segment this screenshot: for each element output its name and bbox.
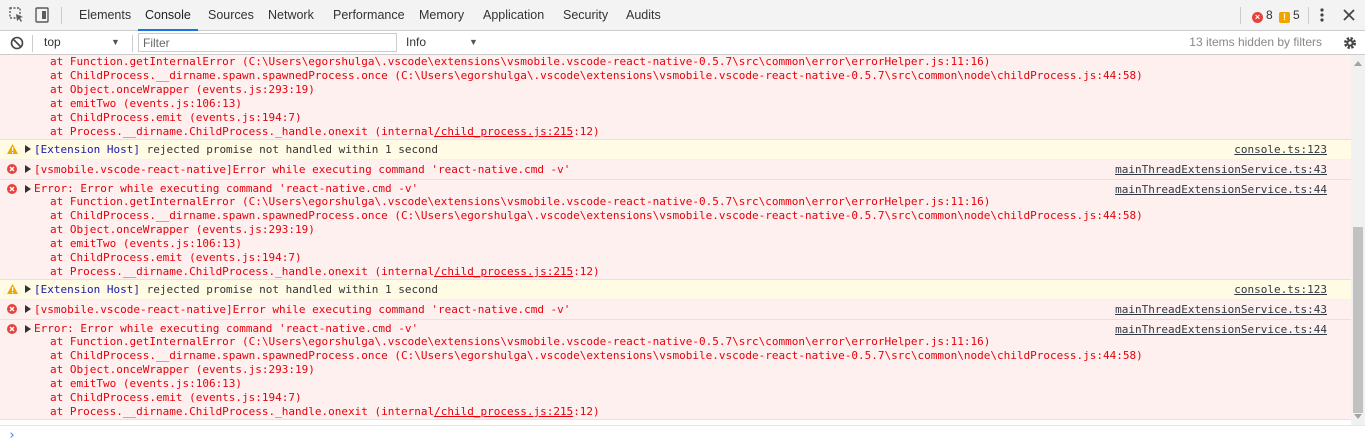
kebab-menu-icon[interactable] — [1313, 6, 1331, 24]
toolbar-divider — [32, 35, 33, 52]
stack-frame-link[interactable]: /child_process.js:215 — [434, 265, 573, 278]
context-selector[interactable]: top ▼ — [36, 31, 126, 55]
message-text: [Extension Host] rejected promise not ha… — [34, 140, 1351, 159]
error-icon: × — [1252, 12, 1263, 23]
expand-triangle-icon[interactable] — [25, 325, 31, 333]
warning-message[interactable]: [Extension Host] rejected promise not ha… — [0, 140, 1351, 160]
stack-frame-text: at Process.__dirname.ChildProcess._handl… — [50, 265, 435, 278]
error-message[interactable]: Error: Error while executing command 're… — [0, 320, 1351, 420]
source-link[interactable]: console.ts:123 — [1234, 280, 1327, 299]
stack-frame: at Process.__dirname.ChildProcess._handl… — [34, 265, 1351, 279]
device-toolbar-icon[interactable] — [33, 6, 51, 24]
source-link[interactable]: mainThreadExtensionService.ts:44 — [1115, 320, 1327, 339]
source-link[interactable]: mainThreadExtensionService.ts:43 — [1115, 160, 1327, 179]
stack-frame: at ChildProcess.emit (events.js:194:7) — [50, 111, 302, 124]
expand-triangle-icon[interactable] — [25, 165, 31, 173]
warning-counter[interactable]: ! 5 — [1279, 0, 1300, 30]
warning-icon — [7, 144, 18, 154]
error-icon — [7, 304, 17, 314]
toolbar-divider — [1308, 7, 1309, 24]
message-tag: [Extension Host] — [34, 143, 140, 156]
console-prompt[interactable]: › — [0, 425, 1365, 447]
console-messages[interactable]: at Function.getInternalError (C:\Users\e… — [0, 55, 1351, 425]
stack-frame: at Object.onceWrapper (events.js:293:19) — [50, 363, 315, 376]
error-icon — [7, 184, 17, 194]
context-selector-value: top — [44, 35, 61, 49]
tab-audits[interactable]: Audits — [626, 0, 661, 30]
error-message: at Function.getInternalError (C:\Users\e… — [0, 55, 1351, 140]
message-body: rejected promise not handled within 1 se… — [139, 283, 438, 296]
expand-triangle-icon[interactable] — [25, 285, 31, 293]
toolbar-divider — [132, 35, 133, 52]
console-filter-bar: top ▼ Info ▼ 13 items hidden by filters — [0, 31, 1365, 55]
stack-frame-text: :12) — [573, 405, 600, 418]
source-link[interactable]: console.ts:123 — [1234, 140, 1327, 159]
expand-triangle-icon[interactable] — [25, 145, 31, 153]
scroll-up-icon[interactable] — [1354, 61, 1362, 66]
stack-frame: at Object.onceWrapper (events.js:293:19) — [50, 223, 315, 236]
inspect-element-icon[interactable] — [8, 6, 26, 24]
prompt-chevron-icon: › — [8, 428, 16, 443]
scrollbar-thumb[interactable] — [1353, 227, 1363, 413]
stack-frame: at ChildProcess.__dirname.spawn.spawnedP… — [50, 209, 1143, 222]
message-tag: [Extension Host] — [34, 283, 140, 296]
error-message[interactable]: [vsmobile.vscode-react-native]Error whil… — [0, 160, 1351, 180]
hidden-items-info: 13 items hidden by filters — [1189, 35, 1322, 49]
stack-frame: at ChildProcess.emit (events.js:194:7) — [50, 391, 302, 404]
clear-console-icon[interactable] — [8, 34, 26, 52]
log-level-value: Info — [406, 35, 427, 49]
log-level-selector[interactable]: Info ▼ — [406, 31, 478, 55]
stack-frame: at ChildProcess.__dirname.spawn.spawnedP… — [50, 69, 1143, 82]
error-icon — [7, 324, 17, 334]
warning-icon: ! — [1279, 12, 1290, 23]
toolbar-divider — [1240, 7, 1241, 24]
close-icon[interactable] — [1340, 6, 1358, 24]
warning-count: 5 — [1293, 8, 1300, 22]
error-message[interactable]: Error: Error while executing command 're… — [0, 180, 1351, 280]
tab-sources[interactable]: Sources — [208, 0, 254, 30]
stack-frame: at emitTwo (events.js:106:13) — [50, 377, 243, 390]
stack-frame: at Object.onceWrapper (events.js:293:19) — [50, 83, 315, 96]
stack-frame-text: :12) — [573, 265, 600, 278]
tab-network[interactable]: Network — [268, 0, 314, 30]
expand-triangle-icon[interactable] — [25, 305, 31, 313]
stack-frame: at Process.__dirname.ChildProcess._handl… — [34, 405, 1351, 419]
tab-console[interactable]: Console — [138, 0, 198, 31]
error-count: 8 — [1266, 8, 1273, 22]
error-icon — [7, 164, 17, 174]
toolbar-divider — [61, 7, 62, 24]
stack-frame: at Process.__dirname.ChildProcess._handl… — [34, 125, 1351, 139]
tab-elements[interactable]: Elements — [79, 0, 131, 30]
expand-triangle-icon[interactable] — [25, 185, 31, 193]
chevron-down-icon: ▼ — [469, 37, 478, 47]
devtools-toolbar: Elements Console Sources Network Perform… — [0, 0, 1365, 31]
stack-frame: at ChildProcess.emit (events.js:194:7) — [50, 251, 302, 264]
chevron-down-icon: ▼ — [111, 37, 120, 47]
stack-frame-link[interactable]: /child_process.js:215 — [434, 125, 573, 138]
filter-input[interactable] — [138, 33, 397, 52]
tab-performance[interactable]: Performance — [333, 0, 405, 30]
tab-memory[interactable]: Memory — [419, 0, 464, 30]
tab-security[interactable]: Security — [563, 0, 608, 30]
error-message[interactable]: [vsmobile.vscode-react-native]Error whil… — [0, 300, 1351, 320]
stack-frame-text: at Process.__dirname.ChildProcess._handl… — [50, 125, 435, 138]
message-text: [Extension Host] rejected promise not ha… — [34, 280, 1351, 299]
source-link[interactable]: mainThreadExtensionService.ts:43 — [1115, 300, 1327, 319]
warning-message[interactable]: [Extension Host] rejected promise not ha… — [0, 280, 1351, 300]
scroll-down-icon[interactable] — [1354, 414, 1362, 419]
stack-frame: at Function.getInternalError (C:\Users\e… — [50, 55, 991, 68]
tab-application[interactable]: Application — [483, 0, 544, 30]
stack-frame-link[interactable]: /child_process.js:215 — [434, 405, 573, 418]
stack-frame: at emitTwo (events.js:106:13) — [50, 237, 243, 250]
stack-frame: at emitTwo (events.js:106:13) — [50, 97, 243, 110]
source-link[interactable]: mainThreadExtensionService.ts:44 — [1115, 180, 1327, 199]
stack-frame: at ChildProcess.__dirname.spawn.spawnedP… — [50, 349, 1143, 362]
gear-icon[interactable] — [1341, 34, 1359, 52]
console-scrollbar[interactable] — [1351, 55, 1365, 425]
stack-frame-text: at Process.__dirname.ChildProcess._handl… — [50, 405, 435, 418]
error-counter[interactable]: × 8 — [1252, 0, 1273, 30]
message-body: rejected promise not handled within 1 se… — [139, 143, 438, 156]
stack-frame-text: :12) — [573, 125, 600, 138]
warning-icon — [7, 284, 18, 294]
